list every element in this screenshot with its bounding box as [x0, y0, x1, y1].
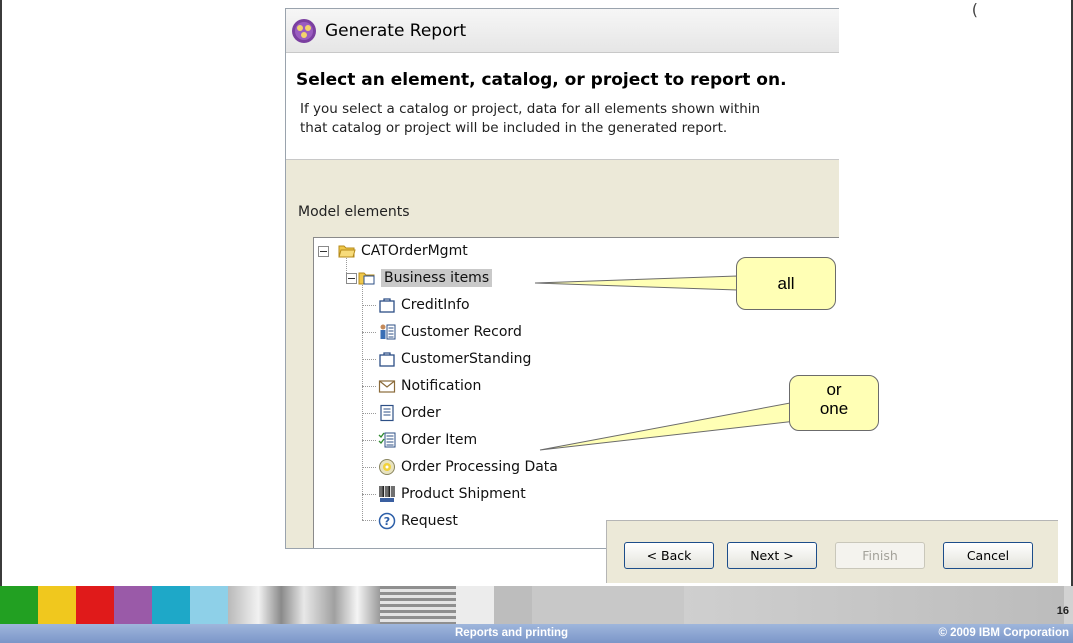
open-folder-icon — [338, 245, 356, 258]
description-line-1: If you select a catalog or project, data… — [300, 101, 761, 117]
tree-item-product-shipment[interactable]: Product Shipment — [378, 481, 526, 507]
stripe-block-red — [76, 586, 114, 624]
back-button[interactable]: < Back — [624, 542, 714, 569]
dialog-title: Generate Report — [325, 20, 467, 41]
stripe-block-lightblue — [190, 586, 228, 624]
dialog-header: Select an element, catalog, or project t… — [286, 53, 839, 160]
tree-node-root[interactable]: CATOrderMgmt — [338, 238, 468, 264]
tree-node-business-items[interactable]: Business items — [358, 265, 493, 291]
stripe-block-gray1 — [456, 586, 494, 624]
slide-border-left — [0, 0, 2, 586]
stripe-block-lines — [380, 586, 456, 624]
tree-item-label: Customer Record — [401, 324, 522, 340]
callout-or-one: or one — [789, 375, 879, 431]
tree-node-label: Business items — [381, 269, 493, 287]
tree-connector — [362, 282, 363, 520]
tree-node-label: CATOrderMgmt — [361, 243, 468, 259]
dialog-heading: Select an element, catalog, or project t… — [296, 70, 787, 90]
stripe-block-yellow — [38, 586, 76, 624]
person-record-icon — [380, 324, 396, 340]
business-item-icon — [379, 352, 395, 367]
tree-connector — [362, 494, 376, 495]
tree-item-creditinfo[interactable]: CreditInfo — [378, 292, 470, 318]
stripe-block-gray4 — [684, 586, 1064, 624]
tree-item-customerstanding[interactable]: CustomerStanding — [378, 346, 531, 372]
page-number: 16 — [1056, 605, 1069, 617]
tree-connector — [362, 386, 376, 387]
stripe-block-teal — [152, 586, 190, 624]
stripe-block-gray2 — [494, 586, 532, 624]
tree-item-order[interactable]: Order — [378, 400, 441, 426]
model-elements-label: Model elements — [298, 204, 410, 220]
envelope-icon — [378, 380, 396, 393]
callout-or-text: or — [826, 380, 842, 399]
description-line-2: that catalog or project will be included… — [300, 120, 728, 136]
tree-item-notification[interactable]: Notification — [378, 373, 481, 399]
tree-item-label: CreditInfo — [401, 297, 470, 313]
business-item-icon — [379, 298, 395, 313]
tree-item-request[interactable]: ? Request — [378, 508, 458, 534]
callout-all: all — [736, 257, 836, 310]
collapse-toggle-business-items[interactable] — [346, 273, 357, 284]
tree-item-order-processing-data[interactable]: Order Processing Data — [378, 454, 558, 480]
document-icon — [380, 404, 394, 422]
corner-mark: ( — [971, 0, 978, 19]
footer-copyright: © 2009 IBM Corporation — [938, 627, 1069, 639]
tree-item-label: Order Processing Data — [401, 459, 558, 475]
tree-connector — [362, 467, 376, 468]
callout-one-text: one — [819, 399, 849, 418]
tree-connector — [362, 332, 376, 333]
tree-item-label: Request — [401, 513, 458, 529]
footer-title: Reports and printing — [455, 627, 569, 639]
tree-connector — [362, 413, 376, 414]
cancel-button[interactable]: Cancel — [943, 542, 1033, 569]
tree-connector — [362, 305, 376, 306]
question-icon: ? — [378, 512, 396, 530]
collapse-toggle-root[interactable] — [318, 246, 329, 257]
business-items-folder-icon — [358, 272, 375, 285]
dialog-titlebar: Generate Report — [286, 9, 839, 53]
tree-item-label: Order — [401, 405, 441, 421]
tree-item-label: CustomerStanding — [401, 351, 532, 367]
tree-connector — [362, 520, 376, 521]
stripe-block-green — [0, 586, 38, 624]
tree-item-customer-record[interactable]: Customer Record — [378, 319, 522, 345]
wizard-button-panel: < Back Next > Finish Cancel — [606, 520, 1058, 583]
tree-item-label: Notification — [401, 378, 482, 394]
callout-all-text: all — [777, 274, 795, 293]
tree-item-label: Product Shipment — [401, 486, 526, 502]
tree-item-order-item[interactable]: Order Item — [378, 427, 477, 453]
stripe-block-gray3 — [532, 586, 684, 624]
stripe-block-purple — [114, 586, 152, 624]
tree-item-label: Order Item — [401, 432, 478, 448]
barcode-icon — [379, 486, 395, 502]
next-button[interactable]: Next > — [727, 542, 817, 569]
footer-image-stripe — [0, 586, 1073, 624]
tree-connector — [362, 440, 376, 441]
stripe-block-photo — [228, 586, 380, 624]
dialog-description: If you select a catalog or project, data… — [300, 100, 829, 138]
dialog-body: Model elements CATOrderMgmt Business ite… — [286, 160, 839, 548]
svg-text:?: ? — [384, 515, 390, 528]
checklist-icon — [378, 432, 396, 448]
tree-connector — [362, 359, 376, 360]
finish-button[interactable]: Finish — [835, 542, 925, 569]
app-icon — [292, 18, 316, 43]
disc-icon — [379, 459, 395, 475]
